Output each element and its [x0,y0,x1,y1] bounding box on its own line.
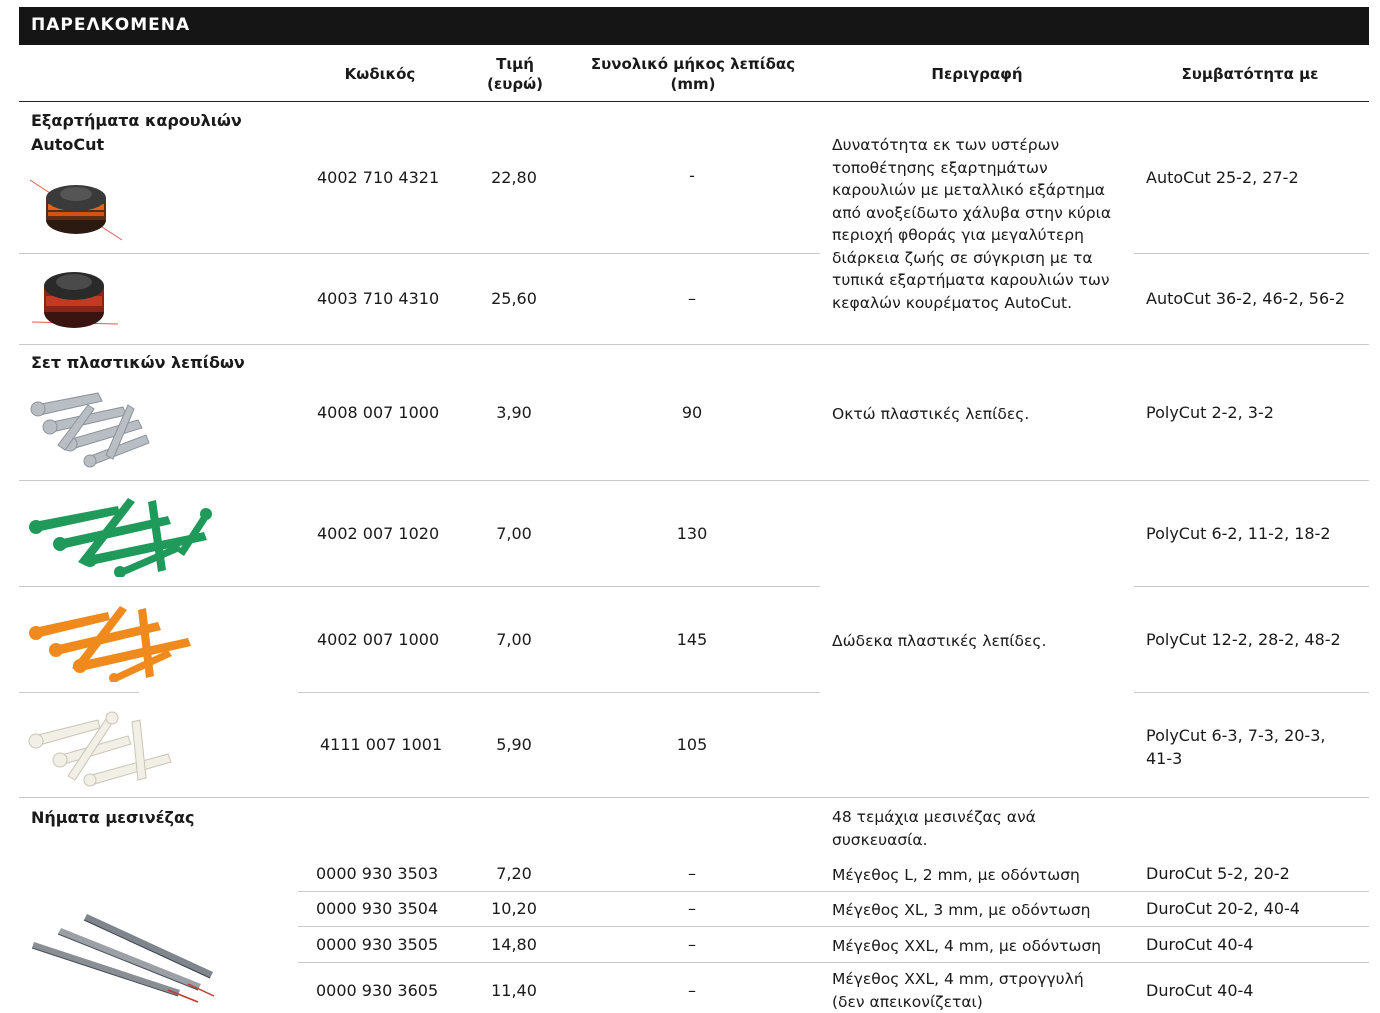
row-divider [298,692,820,693]
price-cell: 10,20 [474,899,554,919]
description-line: (δεν απεικονίζεται) [832,991,1084,1013]
price-cell: 22,80 [474,168,554,188]
autocut-spool-image [26,168,126,248]
group-divider [19,344,1369,345]
compat-cell: PolyCut 6-3, 7-3, 20-3, 41-3 [1146,724,1325,770]
length-cell: 105 [652,735,732,755]
description-line: 48 τεμάχια μεσινέζας ανά [832,806,1036,829]
compat-line1: PolyCut 6-3, 7-3, 20-3, [1146,724,1325,747]
description-line: κεφαλών κουρέματος AutoCut. [832,292,1132,315]
row-divider [298,962,1369,963]
length-cell: - [652,166,732,186]
row-divider [1134,692,1369,693]
row-divider [1134,586,1369,587]
description-line: από ανοξείδωτο χάλυβα στην κύρια [832,202,1132,225]
price-cell: 5,90 [474,735,554,755]
group-autocut-line1: Εξαρτήματα καρουλιών [31,109,242,133]
description-line: τοποθέτησης εξαρτημάτων [832,157,1132,180]
description-line: τυπικά εξαρτήματα καρουλιών των [832,269,1132,292]
header-compat: Συμβατότητα με [1160,64,1340,84]
code-cell: 4002 007 1000 [317,630,439,650]
compat-cell: DuroCut 5-2, 20-2 [1146,864,1290,884]
title-bar: ΠΑΡΕΛΚΟΜΕΝΑ [19,7,1369,45]
length-cell: – [652,935,732,955]
row-divider [19,586,820,587]
description-line: Μέγεθος XXL, 4 mm, στρογγυλή [832,968,1084,991]
row-divider [298,891,1369,892]
length-cell: – [652,289,732,309]
code-cell: 4111 007 1001 [320,735,442,755]
description-autocut: Δυνατότητα εκ των υστέρων τοποθέτησης εξ… [832,134,1132,314]
length-cell: – [652,981,732,1001]
grey-plastic-blades-image [28,385,153,470]
compat-cell: PolyCut 2-2, 3-2 [1146,403,1274,423]
description-twelve-blades: Δώδεκα πλαστικές λεπίδες. [832,630,1046,653]
green-plastic-blades-image [28,492,212,577]
length-cell: – [652,864,732,884]
group-divider [19,797,1369,798]
price-cell: 25,60 [474,289,554,309]
row-divider [19,692,139,693]
header-price: Τιμή (ευρώ) [470,54,560,94]
length-cell: 130 [652,524,732,544]
page-title: ΠΑΡΕΛΚΟΜΕΝΑ [31,15,190,35]
header-price-line2: (ευρώ) [470,74,560,94]
header-code: Κωδικός [320,64,440,84]
price-cell: 7,00 [474,630,554,650]
description-line: διάρκεια ζωής σε σύγκριση με τα [832,247,1132,270]
code-cell: 0000 930 3505 [316,935,438,955]
group-autocut-title: Εξαρτήματα καρουλιών AutoCut [31,109,242,157]
code-cell: 0000 930 3503 [316,864,438,884]
description-line: καρουλιών με μεταλλικό εξάρτημα [832,179,1132,202]
header-divider [19,101,1369,102]
compat-cell: PolyCut 12-2, 28-2, 48-2 [1146,630,1341,650]
description-durocut: 48 τεμάχια μεσινέζας ανά συσκευασία. [832,806,1036,851]
price-cell: 3,90 [474,403,554,423]
code-cell: 0000 930 3605 [316,981,438,1001]
header-length-line1: Συνολικό μήκος λεπίδας [578,54,808,74]
description-cell: Μέγεθος XL, 3 mm, με οδόντωση [832,899,1090,922]
header-length-line2: (mm) [578,74,808,94]
length-cell: 145 [652,630,732,650]
compat-cell: PolyCut 6-2, 11-2, 18-2 [1146,524,1331,544]
price-cell: 7,20 [474,864,554,884]
header-length: Συνολικό μήκος λεπίδας (mm) [578,54,808,94]
group-plastic-title: Σετ πλαστικών λεπίδων [31,351,245,375]
durocut-lines-image [28,912,218,1007]
white-plastic-blades-image [28,706,178,788]
row-divider [298,926,1369,927]
compat-cell: AutoCut 36-2, 46-2, 56-2 [1146,289,1345,309]
length-cell: – [652,899,732,919]
group-autocut-line2: AutoCut [31,133,242,157]
description-cell: Μέγεθος XXL, 4 mm, με οδόντωση [832,935,1101,958]
header-description: Περιγραφή [877,64,1077,84]
price-cell: 11,40 [474,981,554,1001]
code-cell: 4003 710 4310 [317,289,439,309]
row-divider [19,480,1369,481]
compat-cell: DuroCut 20-2, 40-4 [1146,899,1300,919]
code-cell: 4002 007 1020 [317,524,439,544]
description-line: περιοχή φθοράς για μεγαλύτερη [832,224,1132,247]
autocut-spool-image [30,262,120,340]
code-cell: 4008 007 1000 [317,403,439,423]
row-divider [19,253,820,254]
code-cell: 4002 710 4321 [317,168,439,188]
code-cell: 0000 930 3504 [316,899,438,919]
length-cell: 90 [652,403,732,423]
description-eight-blades: Οκτώ πλαστικές λεπίδες. [832,403,1029,426]
orange-plastic-blades-image [28,600,194,682]
description-cell: Μέγεθος XXL, 4 mm, στρογγυλή (δεν απεικο… [832,968,1084,1013]
compat-cell: AutoCut 25-2, 27-2 [1146,168,1299,188]
compat-line2: 41-3 [1146,747,1325,770]
row-divider [1134,253,1369,254]
compat-cell: DuroCut 40-4 [1146,981,1253,1001]
compat-cell: DuroCut 40-4 [1146,935,1253,955]
description-cell: Μέγεθος L, 2 mm, με οδόντωση [832,864,1080,887]
description-line: Δυνατότητα εκ των υστέρων [832,134,1132,157]
price-cell: 14,80 [474,935,554,955]
header-price-line1: Τιμή [470,54,560,74]
description-line: συσκευασία. [832,829,1036,852]
group-durocut-title: Νήματα μεσινέζας [31,806,194,830]
price-cell: 7,00 [474,524,554,544]
